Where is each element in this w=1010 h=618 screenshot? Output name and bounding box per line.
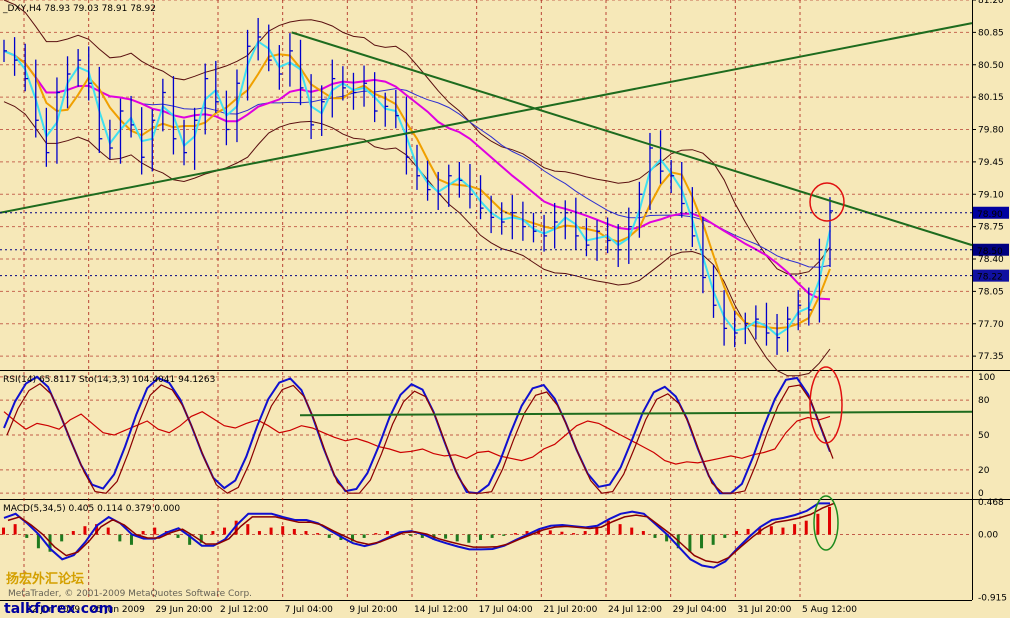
macd-hist-bar [653,534,657,538]
macd-tick-label: -0.915 [978,594,1007,604]
price-tick-label: 81.20 [978,0,1004,6]
macd-hist-bar [246,524,250,535]
macd-hist-bar [455,534,459,542]
macd-hist-bar [129,534,133,545]
macd-hist-bar [804,520,808,535]
site-watermark: talkforex.com [4,601,113,617]
forum-cn-watermark: 扬宏外汇论坛 [6,571,84,587]
macd-hist-bar [316,533,320,535]
price-tick-label: 78.75 [978,223,1004,233]
time-tick-label: 24 Jul 12:00 [608,605,662,615]
time-tick-label: 29 Jun 20:00 [155,605,212,615]
time-tick-label: 9 Jul 20:00 [349,605,398,615]
time-tick-label: 2 Jul 12:00 [220,605,269,615]
macd-hist-bar [595,527,599,535]
macd-hist-bar [513,533,517,535]
macd-hist-bar [374,533,378,535]
rsi-tick-label: 20 [978,466,990,476]
time-tick-label: 29 Jul 04:00 [673,605,727,615]
macd-hist-bar [793,524,797,535]
macd-hist-bar [711,534,715,545]
macd-hist-bar [362,534,366,538]
macd-pane-label: MACD(5,34,5) 0.405 0.114 0.379 0.000 [3,504,180,514]
macd-hist-bar [2,527,5,535]
macd-hist-bar [292,528,296,535]
macd-hist-bar [385,531,389,535]
price-tick-label: 79.80 [978,126,1004,136]
macd-hist-bar [467,534,471,543]
macd-hist-bar [106,527,110,535]
price-tick-label: 77.70 [978,320,1004,330]
price-tick-label: 80.50 [978,61,1004,71]
macd-hist-bar [118,534,122,542]
macd-hist-bar [211,531,215,535]
macd-hist-bar [327,534,331,538]
main-pane-label: _DXY,H4 78.93 79.03 78.91 78.92 [2,4,156,14]
macd-hist-bar [630,527,634,535]
rsi-tick-label: 50 [978,431,990,441]
time-tick-label: 14 Jul 12:00 [414,605,468,615]
macd-hist-bar [223,527,227,535]
macd-hist-bar [641,531,645,535]
price-tick-label: 79.10 [978,190,1004,200]
time-tick-label: 5 Aug 12:00 [802,605,857,615]
macd-hist-bar [304,531,308,535]
macd-hist-bar [25,534,29,538]
rsi-tick-label: 100 [978,373,995,383]
macd-hist-bar [83,526,87,535]
macd-hist-bar [13,524,17,535]
macd-tick-label: 0.00 [978,530,998,540]
price-flag-label: 78.22 [977,273,1003,283]
macd-hist-bar [269,527,273,535]
rsi-pane-label: RSI(14) 65.8117 Sto(14,3,3) 104.4041 94.… [3,375,215,385]
macd-hist-bar [478,534,482,540]
macd-hist-bar [572,533,576,535]
mt4-chart-window: 78.90 78.50 78.22 22 Jun 2009 25 Jun 2009 29… [0,0,1010,618]
macd-hist-bar [71,531,75,535]
macd-hist-bar [141,531,145,535]
macd-hist-bar [583,531,587,535]
macd-hist-bar [746,528,750,535]
macd-hist-bar [688,534,692,552]
macd-hist-bar [816,513,820,535]
rsi-tick-label: 80 [978,396,990,406]
macd-hist-bar [618,524,622,535]
macd-hist-bar [60,534,64,542]
macd-hist-bar [281,526,285,535]
price-tick-label: 80.85 [978,28,1004,38]
macd-hist-bar [409,534,413,536]
price-tick-label: 80.15 [978,93,1004,103]
time-tick-label: 17 Jul 04:00 [479,605,533,615]
macd-hist-bar [723,534,727,538]
macd-tick-label: 0.468 [978,498,1004,508]
macd-hist-bar [548,530,552,535]
copyright-watermark: MetaTrader, © 2001-2009 MetaQuotes Softw… [8,589,252,599]
macd-hist-bar [700,534,704,549]
macd-hist-bar [828,506,831,535]
macd-hist-bar [153,527,157,535]
macd-hist-bar [257,531,261,535]
macd-hist-bar [560,531,564,535]
macd-hist-bar [502,534,506,536]
macd-hist-bar [176,534,180,538]
price-tick-label: 77.35 [978,352,1004,362]
time-tick-label: 7 Jul 04:00 [285,605,334,615]
time-tick-label: 31 Jul 20:00 [737,605,791,615]
macd-hist-bar [444,534,448,539]
macd-hist-bar [490,534,494,538]
price-tick-label: 78.05 [978,287,1004,297]
chart-canvas[interactable]: 78.9078.5078.22 22 Jun 2009 25 Jun 2009 29… [0,0,1010,618]
price-tick-label: 79.45 [978,158,1004,168]
macd-hist-bar [769,526,773,535]
price-tick-label: 78.40 [978,255,1004,265]
time-tick-label: 21 Jul 20:00 [543,605,597,615]
price-flag-label: 78.90 [977,210,1003,220]
macd-hist-bar [781,527,785,535]
macd-hist-bar [734,531,738,535]
